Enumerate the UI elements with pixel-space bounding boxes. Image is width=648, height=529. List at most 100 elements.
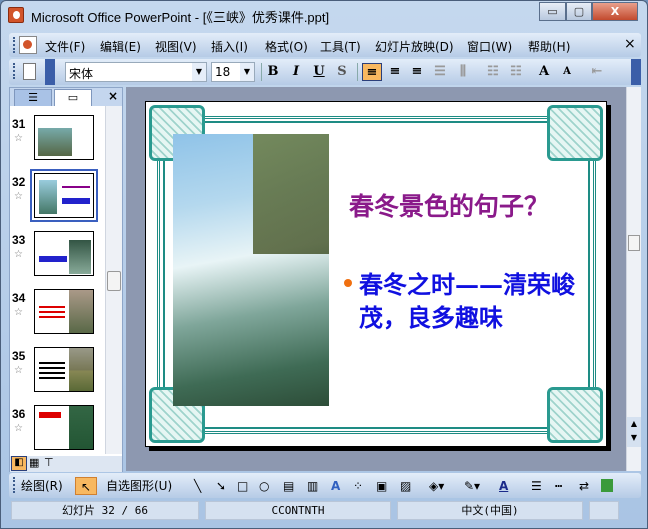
menu-help[interactable]: 帮助(H) xyxy=(528,38,570,55)
underline-button[interactable]: U xyxy=(309,63,329,81)
decrease-indent-button[interactable]: ⇤ xyxy=(587,63,607,81)
align-center-button[interactable]: ≡ xyxy=(385,63,405,81)
oval-tool-icon[interactable]: ○ xyxy=(259,477,269,495)
grip-handle[interactable] xyxy=(13,63,16,79)
corner-ornament xyxy=(547,387,603,443)
menu-file[interactable]: 文件(F) xyxy=(45,38,85,55)
clipart-icon[interactable]: ▣ xyxy=(376,477,387,495)
menu-edit[interactable]: 编辑(E) xyxy=(100,38,141,55)
close-document-button[interactable]: × xyxy=(624,36,636,52)
slide-sorter-view-button[interactable]: ▦ xyxy=(29,456,39,469)
slide-scrollbar[interactable]: ▲ ▼ xyxy=(626,87,641,471)
toolbar-options-button[interactable] xyxy=(631,59,641,85)
animation-star-icon: ☆ xyxy=(14,133,23,144)
menu-insert[interactable]: 插入(I) xyxy=(211,38,248,55)
align-right-button[interactable]: ≡ xyxy=(407,63,427,81)
autoshapes-menu-button[interactable]: 自选图形(U) xyxy=(106,477,172,495)
italic-button[interactable]: I xyxy=(286,63,306,81)
tab-outline[interactable]: ☰ xyxy=(14,89,52,106)
grip-handle[interactable] xyxy=(13,477,16,493)
slide-thumbnail-31[interactable]: 31 ☆ xyxy=(10,115,110,165)
arrow-style-icon[interactable]: ⇄ xyxy=(579,477,589,495)
textbox-tool-icon[interactable]: ▤ xyxy=(283,477,294,495)
grip-handle[interactable] xyxy=(13,37,16,53)
dash-style-icon[interactable]: ┅ xyxy=(555,477,562,495)
align-left-button[interactable]: ≡ xyxy=(362,63,382,81)
thumbnail-image xyxy=(34,405,94,450)
chevron-down-icon[interactable]: ▼ xyxy=(240,63,254,81)
menu-tools[interactable]: 工具(T) xyxy=(320,38,361,55)
thumbnail-image xyxy=(34,289,94,334)
font-size-select[interactable]: 18 ▼ xyxy=(211,62,255,82)
view-buttons: ◧ ▦ ⊤ xyxy=(10,456,122,472)
slide-thumbnail-36[interactable]: 36 ☆ xyxy=(10,405,110,455)
numbering-button[interactable]: ☷ xyxy=(483,63,503,81)
animation-star-icon: ☆ xyxy=(14,249,23,260)
status-language: 中文(中国) xyxy=(397,501,583,520)
animation-star-icon: ☆ xyxy=(14,423,23,434)
shadow-style-icon[interactable] xyxy=(601,479,613,492)
slide-number: 34 xyxy=(12,291,26,305)
tab-slides[interactable]: ▭ xyxy=(54,89,92,106)
waterfall-image[interactable] xyxy=(173,134,329,406)
vertical-textbox-icon[interactable]: ▥ xyxy=(307,477,318,495)
powerpoint-window: Microsoft Office PowerPoint - [《三峡》优秀课件.… xyxy=(0,0,648,529)
pane-tabs: ☰ ▭ × xyxy=(10,88,122,106)
bullets-button[interactable]: ☷ xyxy=(506,63,526,81)
slide-thumbnail-34[interactable]: 34 ☆ xyxy=(10,289,110,339)
font-color-button[interactable]: A xyxy=(499,477,508,495)
close-pane-button[interactable]: × xyxy=(108,89,118,103)
line-color-icon[interactable]: ✎▾ xyxy=(464,477,480,495)
slide-title[interactable]: 春冬景色的句子？ xyxy=(349,187,549,223)
rectangle-tool-icon[interactable]: □ xyxy=(237,477,248,495)
scrollbar-thumb[interactable] xyxy=(628,235,640,251)
select-objects-button[interactable]: ↖ xyxy=(75,477,97,495)
line-spacing-icon[interactable]: ☰ xyxy=(430,63,450,81)
status-template: CCONTNTH xyxy=(205,501,391,520)
slide-number: 31 xyxy=(12,117,26,131)
normal-view-button[interactable]: ◧ xyxy=(11,456,27,471)
slide-number: 32 xyxy=(12,175,26,189)
picture-icon[interactable]: ▨ xyxy=(400,477,411,495)
toolbar-options-button[interactable] xyxy=(45,59,55,85)
scrollbar-thumb[interactable] xyxy=(107,271,121,291)
slide-thumbnail-33[interactable]: 33 ☆ xyxy=(10,231,110,281)
increase-font-button[interactable]: A xyxy=(534,63,554,81)
wordart-icon[interactable]: A xyxy=(331,477,340,495)
font-name-select[interactable]: 宋体 ▼ xyxy=(65,62,207,82)
bold-button[interactable]: B xyxy=(263,63,283,81)
slide-number: 33 xyxy=(12,233,26,247)
prev-next-slide-buttons[interactable]: ▲ ▼ xyxy=(627,417,641,447)
separator xyxy=(261,63,262,81)
fill-color-icon[interactable]: ◈▾ xyxy=(429,477,444,495)
menu-format[interactable]: 格式(O) xyxy=(265,38,308,55)
maximize-button[interactable]: ▢ xyxy=(566,2,592,21)
arrow-tool-icon[interactable]: ➘ xyxy=(216,477,226,495)
line-tool-icon[interactable]: ╲ xyxy=(194,477,201,495)
slide-canvas: 春冬景色的句子？ 春冬之时——清荣峻茂，良多趣味 xyxy=(145,101,607,447)
shadow-button[interactable]: S xyxy=(332,63,352,81)
font-size-value: 18 xyxy=(215,65,231,79)
slide-thumbnail-32[interactable]: 32 ☆ xyxy=(10,169,110,223)
chevron-down-icon[interactable]: ▼ xyxy=(192,63,206,81)
minimize-button[interactable]: ▭ xyxy=(539,2,566,21)
close-button[interactable]: X xyxy=(592,2,638,21)
menu-slideshow[interactable]: 幻灯片放映(D) xyxy=(375,38,454,55)
slides-pane-scrollbar[interactable] xyxy=(105,106,122,454)
slide-bullet-text[interactable]: 春冬之时——清荣峻茂，良多趣味 xyxy=(359,268,579,334)
window-title: Microsoft Office PowerPoint - [《三峡》优秀课件.… xyxy=(31,10,330,25)
powerpoint-icon xyxy=(8,7,24,23)
document-icon xyxy=(19,36,37,54)
slide-number: 36 xyxy=(12,407,26,421)
decrease-font-button[interactable]: A xyxy=(557,63,577,81)
menu-window[interactable]: 窗口(W) xyxy=(467,38,512,55)
menu-view[interactable]: 视图(V) xyxy=(155,38,197,55)
slideshow-view-button[interactable]: ⊤ xyxy=(44,456,54,469)
draw-menu-button[interactable]: 绘图(R) xyxy=(21,477,63,495)
slide-thumbnail-35[interactable]: 35 ☆ xyxy=(10,347,110,397)
text-direction-icon[interactable]: ⫼ xyxy=(453,63,473,81)
thumbnail-image xyxy=(34,115,94,160)
line-style-icon[interactable]: ☰ xyxy=(531,477,542,495)
diagram-icon[interactable]: ⁘ xyxy=(353,477,363,495)
new-document-icon[interactable] xyxy=(23,63,36,80)
